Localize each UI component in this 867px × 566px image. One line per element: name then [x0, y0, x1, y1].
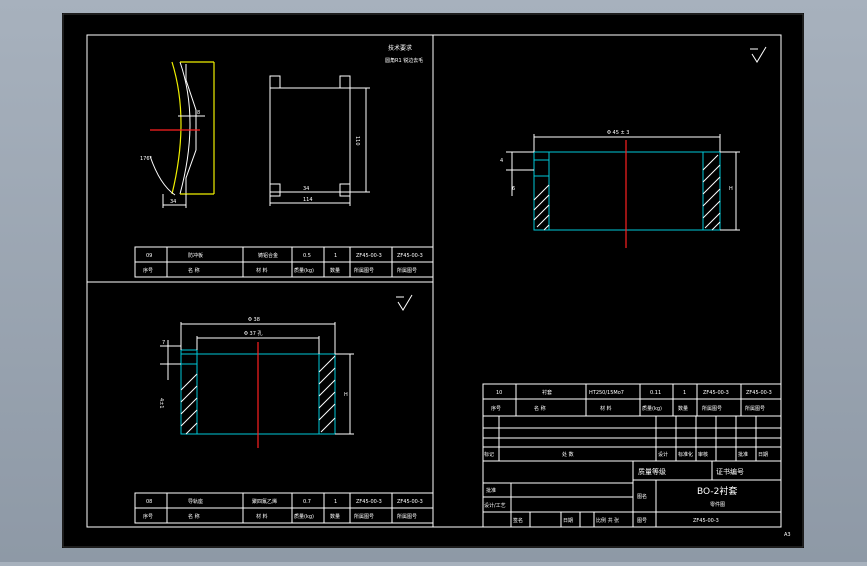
cert-label: 证书编号 — [716, 467, 744, 476]
tc-row-4: 1 — [683, 390, 686, 396]
rev-head-0: 标记 — [484, 451, 494, 458]
dim-inner-width: 34 — [303, 186, 309, 192]
tb-row-1: 导轨座 — [188, 498, 203, 505]
dim-height: 110 — [354, 136, 360, 146]
dim-small-right: 4 — [500, 158, 503, 164]
dim-left-b: 4±1 — [158, 398, 164, 409]
tb-head-4: 数量 — [330, 513, 340, 520]
tc-head-1: 名 称 — [534, 405, 546, 412]
grade-label: 质量等级 — [638, 467, 666, 476]
drawing-title: BO-2衬套 — [697, 485, 737, 497]
tb-row-3: 0.7 — [303, 499, 311, 505]
dim-side-right: 6 — [512, 186, 515, 192]
tb-row-6: ZF45-00-3 — [397, 499, 423, 505]
tc-row-1: 衬套 — [542, 389, 552, 396]
ta-row-4: 1 — [334, 253, 337, 259]
rev-head-4: 审核 — [698, 451, 708, 458]
tc-head-0: 序号 — [491, 405, 501, 412]
tech-req-line: 圆角R1 锐边去毛 — [385, 57, 423, 64]
sheet-number: A3 — [784, 532, 791, 538]
ta-head-2: 材 料 — [256, 267, 268, 274]
tc-head-6: 所属图号 — [745, 405, 765, 412]
cad-viewport[interactable]: 技术要求 圆角R1 锐边去毛 8 176° 34 110 34 114 09 防… — [0, 0, 867, 562]
tc-head-3: 质量(kg) — [642, 405, 662, 412]
ta-head-4: 数量 — [330, 267, 340, 274]
drawing-subtitle: 零件图 — [710, 501, 725, 508]
ta-row-5: ZF45-00-3 — [356, 253, 382, 259]
bottom-label-0: 签名 — [513, 517, 523, 524]
tb-head-5: 所属图号 — [354, 513, 374, 520]
tc-row-5: ZF45-00-3 — [703, 390, 729, 396]
approve-label: 批准 — [486, 487, 496, 494]
ta-head-1: 名 称 — [188, 267, 200, 274]
tb-row-4: 1 — [334, 499, 337, 505]
tc-head-4: 数量 — [678, 405, 688, 412]
tc-head-5: 所属图号 — [702, 405, 722, 412]
tc-row-3: 0.11 — [650, 390, 661, 396]
tb-row-5: ZF45-00-3 — [356, 499, 382, 505]
tb-head-6: 所属图号 — [397, 513, 417, 520]
ta-head-0: 序号 — [143, 267, 153, 274]
dim-diameter-right: Φ 45 ± 3 — [607, 130, 629, 136]
design-label: 设计/工艺 — [484, 502, 506, 509]
tb-head-2: 材 料 — [256, 513, 268, 520]
rev-head-3: 标准化 — [678, 451, 693, 458]
bottom-label-2: 比例 共 张 — [596, 517, 619, 524]
draw-no: ZF45-00-3 — [693, 518, 719, 524]
ta-head-6: 所属图号 — [397, 267, 417, 274]
tc-row-2: HT250/15Mo7 — [589, 390, 624, 396]
ta-head-3: 质量(kg) — [294, 267, 314, 274]
dim-gap: 8 — [197, 110, 200, 116]
tc-row-0: 10 — [496, 390, 502, 396]
draw-no-label: 图号 — [637, 518, 647, 524]
ta-head-5: 所属图号 — [354, 267, 374, 274]
ta-row-0: 09 — [146, 253, 152, 259]
dim-inner-dia: Φ 37 孔 — [244, 330, 262, 337]
ta-row-3: 0.5 — [303, 253, 311, 259]
tb-head-1: 名 称 — [188, 513, 200, 520]
tb-head-0: 序号 — [143, 513, 153, 520]
tb-row-0: 08 — [146, 499, 152, 505]
dim-left-a: 7 — [162, 340, 165, 346]
rev-head-5: 批准 — [738, 451, 748, 458]
rev-head-1: 处 数 — [562, 451, 574, 458]
bottom-label-1: 日期 — [563, 518, 573, 524]
ta-row-2: 铸铝合金 — [258, 252, 278, 259]
rev-head-6: 日期 — [758, 452, 768, 458]
ta-row-1: 防冲板 — [188, 252, 203, 259]
dim-angle: 176° — [140, 156, 153, 162]
tc-head-2: 材 料 — [600, 405, 612, 412]
rev-head-2: 设计 — [658, 451, 668, 458]
dim-height-right: H — [729, 186, 733, 192]
dim-outer-dia: Φ 38 — [248, 317, 260, 323]
dim-height-bottom: H — [344, 392, 348, 398]
name-label: 图名 — [637, 493, 647, 500]
dim-width-small: 34 — [170, 199, 176, 205]
dim-width-big: 114 — [303, 197, 313, 203]
tb-head-3: 质量(kg) — [294, 513, 314, 520]
tc-row-6: ZF45-00-3 — [746, 390, 772, 396]
tech-req-title: 技术要求 — [388, 44, 412, 52]
tb-row-2: 聚四氟乙烯 — [252, 498, 277, 505]
ta-row-6: ZF45-00-3 — [397, 253, 423, 259]
